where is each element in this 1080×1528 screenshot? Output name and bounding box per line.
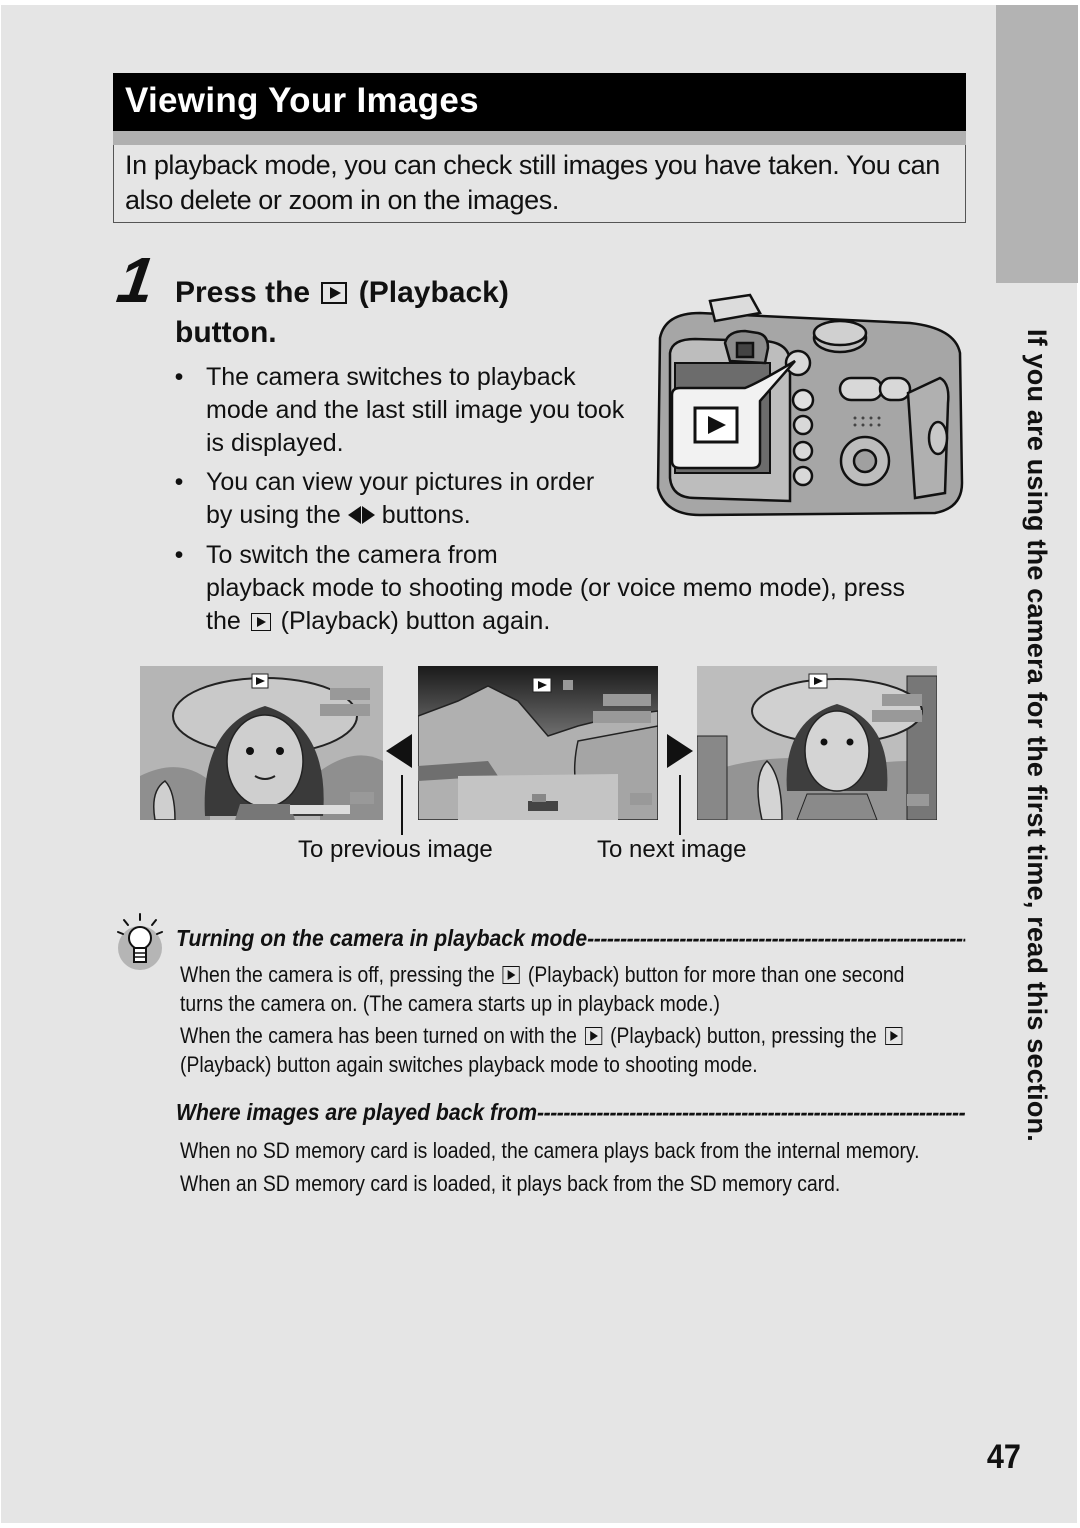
bullet-text: The camera switches to playback mode and… <box>206 363 625 457</box>
note-line: When no SD memory card is loaded, the ca… <box>180 1138 920 1163</box>
bullet-text: the <box>206 607 241 635</box>
bullet-text: (Playback) button again. <box>280 607 551 635</box>
step-heading: Press the (Playback) button. <box>175 273 635 353</box>
prev-leader-line <box>401 775 403 835</box>
thumbnail-current <box>418 666 658 820</box>
page-number: 47 <box>986 1438 1021 1476</box>
step-heading-suffix: (Playback) <box>358 276 509 309</box>
note-title: Where images are played back from ------… <box>176 1098 965 1126</box>
intro-text: In playback mode, you can check still im… <box>113 145 966 223</box>
note-text: When the camera is off, pressing the <box>180 962 495 987</box>
bullet-text: To switch the camera from <box>206 541 498 569</box>
playback-icon <box>502 966 520 984</box>
thumbnail-next <box>697 666 937 820</box>
note-body: When the camera is off, pressing the (Pl… <box>180 960 905 1079</box>
playback-icon <box>250 613 271 631</box>
playback-icon <box>584 1027 603 1045</box>
dashed-rule: ----------------------------------------… <box>587 925 966 951</box>
note-line: (Playback) button again switches playbac… <box>180 1052 758 1077</box>
note-title-text: Turning on the camera in playback mode <box>176 925 588 951</box>
note-text: (Playback) button for more than one seco… <box>527 962 905 987</box>
section-tab-label: If you are using the camera for the firs… <box>1022 328 1052 1142</box>
note-line: When an SD memory card is loaded, it pla… <box>180 1171 841 1196</box>
bullet-text: playback mode to shooting mode (or voice… <box>206 574 905 602</box>
note-line: When the camera is off, pressing the (Pl… <box>180 960 905 989</box>
lightbulb-hint-icon <box>117 913 163 970</box>
bullet-dot: • <box>174 468 184 496</box>
left-right-arrows-icon <box>347 500 375 533</box>
bullet-item: • To switch the camera from playback mod… <box>172 539 972 638</box>
note-line: When the camera has been turned on with … <box>180 1021 905 1050</box>
title-underline <box>113 131 966 145</box>
bullet-item: • You can view your pictures in order by… <box>172 466 626 533</box>
dashed-rule: ----------------------------------------… <box>537 1099 966 1125</box>
bullet-dot: • <box>174 363 184 391</box>
bullet-item: • The camera switches to playback mode a… <box>172 361 626 460</box>
note-title-text: Where images are played back from <box>176 1099 538 1125</box>
note-text: (Playback) button, pressing the <box>610 1023 877 1048</box>
note-title: Turning on the camera in playback mode -… <box>176 924 965 952</box>
note-body: When no SD memory card is loaded, the ca… <box>180 1134 920 1200</box>
next-caption: To next image <box>597 836 747 863</box>
step-heading-prefix: Press the <box>175 276 311 309</box>
page-title: Viewing Your Images <box>113 73 966 131</box>
playback-icon <box>321 282 348 304</box>
camera-illustration <box>656 293 964 517</box>
bullet-text: buttons. <box>381 501 471 529</box>
note-text: When the camera has been turned on with … <box>180 1023 577 1048</box>
right-arrow-icon <box>667 734 693 768</box>
playback-icon <box>884 1027 902 1045</box>
thumbnail-previous <box>140 666 383 820</box>
note-line: turns the camera on. (The camera starts … <box>180 991 720 1016</box>
left-arrow-icon <box>386 734 412 768</box>
bullet-dot: • <box>174 541 184 569</box>
next-leader-line <box>679 775 681 835</box>
step-heading-line2: button. <box>175 316 277 349</box>
section-tab <box>996 5 1078 283</box>
prev-caption: To previous image <box>298 836 493 863</box>
